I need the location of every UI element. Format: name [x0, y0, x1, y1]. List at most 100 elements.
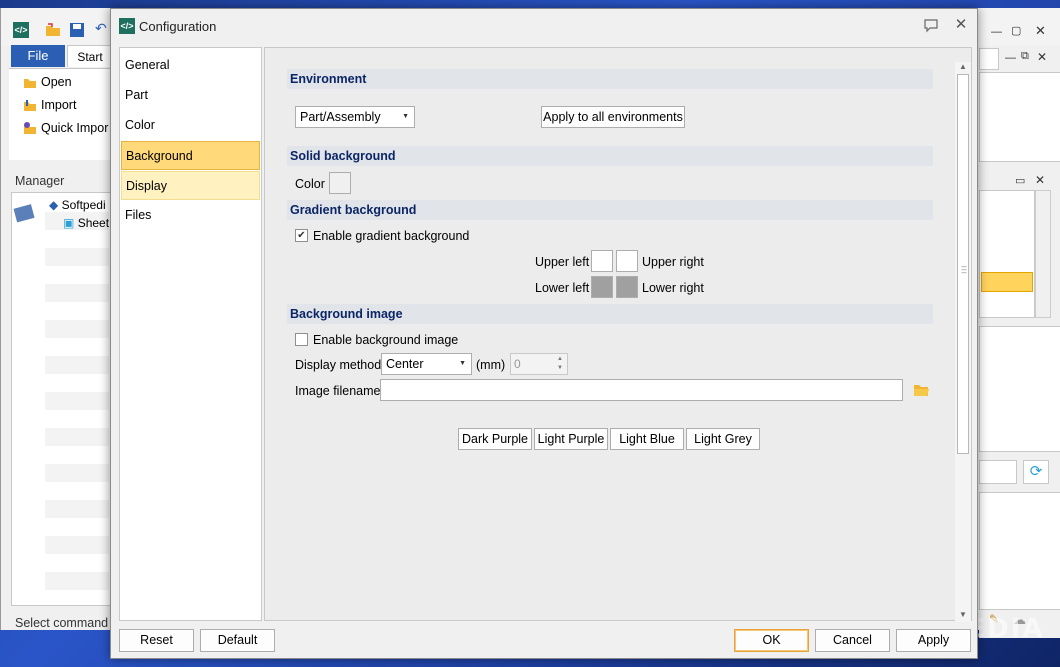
open-folder-icon[interactable] — [45, 22, 61, 38]
upper-left-color-swatch[interactable] — [591, 250, 613, 272]
enable-gradient-checkbox[interactable]: ✔ — [295, 229, 308, 242]
dialog-logo-icon: </> — [119, 18, 135, 34]
maximize-icon[interactable]: ▢ — [1011, 24, 1021, 37]
import-icon — [24, 100, 36, 111]
cancel-button[interactable]: Cancel — [815, 629, 890, 652]
ribbon-quick-import-button[interactable]: Quick Impor — [23, 118, 108, 138]
upper-left-label: Upper left — [535, 255, 590, 269]
preset-light-purple-button[interactable]: Light Purple — [534, 428, 608, 450]
preset-light-grey-button[interactable]: Light Grey — [686, 428, 760, 450]
grip-icon: – – – — [961, 261, 967, 277]
ribbon-item-label: Import — [41, 98, 77, 112]
refresh-icon[interactable]: ⟳ — [1023, 460, 1049, 484]
display-method-select[interactable]: Center ▼ — [381, 353, 472, 375]
nav-item-part[interactable]: Part — [121, 81, 260, 110]
ribbon-import-button[interactable]: Import — [23, 95, 76, 115]
panel-close-icon[interactable]: ✕ — [1037, 50, 1047, 64]
upper-right-label: Upper right — [642, 255, 704, 269]
image-size-value: 0 — [514, 357, 521, 371]
lower-left-color-swatch[interactable] — [591, 276, 613, 298]
manager-tree — [45, 194, 109, 604]
help-comment-icon[interactable] — [923, 17, 939, 33]
nav-item-files[interactable]: Files — [121, 201, 260, 230]
part-icon: ◆ — [49, 198, 59, 212]
nav-item-background[interactable]: Background — [121, 141, 260, 170]
scroll-down-icon[interactable]: ▼ — [955, 608, 971, 622]
apply-to-all-environments-button[interactable]: Apply to all environments — [541, 106, 685, 128]
ok-button[interactable]: OK — [734, 629, 809, 652]
save-icon[interactable] — [69, 22, 85, 38]
ribbon-open-button[interactable]: Open — [23, 72, 72, 92]
app-logo-icon: </> — [13, 22, 29, 38]
panel-minimize-icon[interactable]: — — [1005, 52, 1016, 64]
environment-select-value: Part/Assembly — [300, 110, 381, 124]
background-settings-panel: Environment Part/Assembly ▼ Apply to all… — [264, 47, 972, 622]
tree-item-softpedia[interactable]: ◆ Softpedi — [49, 198, 106, 212]
tab-file[interactable]: File — [11, 45, 65, 67]
settings-nav-list: General Part Color Background Display Fi… — [119, 47, 262, 621]
scroll-thumb[interactable]: – – – — [957, 74, 969, 454]
manager-title: Manager — [15, 174, 65, 188]
spin-arrows-icon[interactable]: ▲ ▼ — [555, 355, 565, 373]
chevron-down-icon: ▼ — [402, 113, 409, 120]
tree-item-label: Sheet — [77, 216, 110, 230]
right-panel-area-3 — [979, 492, 1060, 610]
open-icon — [24, 79, 36, 88]
tab-start[interactable]: Start — [67, 45, 113, 67]
right-list-selected-row[interactable] — [981, 272, 1033, 292]
right-list — [979, 190, 1035, 318]
nav-item-display[interactable]: Display — [121, 171, 260, 200]
unit-label: (mm) — [476, 358, 506, 372]
browse-folder-icon[interactable] — [913, 383, 929, 397]
default-button[interactable]: Default — [200, 629, 275, 652]
apply-button[interactable]: Apply — [896, 629, 971, 652]
image-size-spinbox[interactable]: 0 ▲ ▼ — [510, 353, 568, 375]
status-bar-text: Select command o — [15, 616, 119, 630]
lower-right-label: Lower right — [642, 281, 704, 295]
section-image-header: Background image — [287, 304, 933, 324]
image-filename-label: Image filename — [295, 384, 381, 398]
right-input[interactable] — [979, 460, 1017, 484]
display-method-value: Center — [386, 357, 424, 371]
search-icon[interactable] — [979, 48, 999, 70]
upper-right-color-swatch[interactable] — [616, 250, 638, 272]
tree-item-label: Softpedi — [61, 198, 106, 212]
section-solid-header: Solid background — [287, 146, 933, 166]
section-environment-header: Environment — [287, 69, 933, 89]
image-filename-input[interactable] — [380, 379, 903, 401]
quick-import-icon — [24, 122, 36, 134]
preset-light-blue-button[interactable]: Light Blue — [610, 428, 684, 450]
right-panel-area-2 — [979, 326, 1060, 452]
ribbon-item-label: Open — [41, 75, 72, 89]
enable-background-image-label: Enable background image — [313, 333, 459, 347]
chevron-down-icon: ▼ — [459, 360, 466, 367]
panel-pin-icon[interactable]: ▭ — [1015, 174, 1025, 187]
reset-button[interactable]: Reset — [119, 629, 194, 652]
panel-restore-icon[interactable]: ⧉ — [1021, 50, 1029, 63]
display-method-label: Display method — [295, 358, 382, 372]
minimize-icon[interactable]: — — [991, 26, 1002, 38]
nav-item-color[interactable]: Color — [121, 111, 260, 140]
lower-right-color-swatch[interactable] — [616, 276, 638, 298]
lower-left-label: Lower left — [535, 281, 590, 295]
preset-dark-purple-button[interactable]: Dark Purple — [458, 428, 532, 450]
right-list-scrollbar[interactable] — [1035, 190, 1051, 318]
scroll-up-icon[interactable]: ▲ — [955, 60, 971, 74]
manager-view-icon[interactable] — [13, 202, 37, 224]
undo-icon[interactable]: ↶ — [95, 20, 107, 37]
configuration-dialog: </> Configuration ✕ General Part Color B… — [110, 8, 978, 659]
tree-item-sheet[interactable]: ▣ Sheet — [63, 216, 109, 230]
content-scrollbar[interactable]: ▲ – – – ▼ — [955, 62, 971, 622]
solid-color-swatch[interactable] — [329, 172, 351, 194]
dialog-title: Configuration — [139, 19, 217, 34]
panel2-close-icon[interactable]: ✕ — [1035, 173, 1045, 187]
nav-item-general[interactable]: General — [121, 51, 260, 80]
enable-background-image-checkbox[interactable] — [295, 333, 308, 346]
close-icon[interactable]: ✕ — [1035, 23, 1046, 39]
enable-gradient-label: Enable gradient background — [313, 229, 470, 243]
sheet-icon: ▣ — [63, 216, 75, 230]
dialog-close-icon[interactable]: ✕ — [951, 15, 971, 35]
environment-select[interactable]: Part/Assembly ▼ — [295, 106, 415, 128]
solid-color-label: Color — [295, 177, 325, 191]
ribbon-item-label: Quick Impor — [41, 121, 109, 135]
